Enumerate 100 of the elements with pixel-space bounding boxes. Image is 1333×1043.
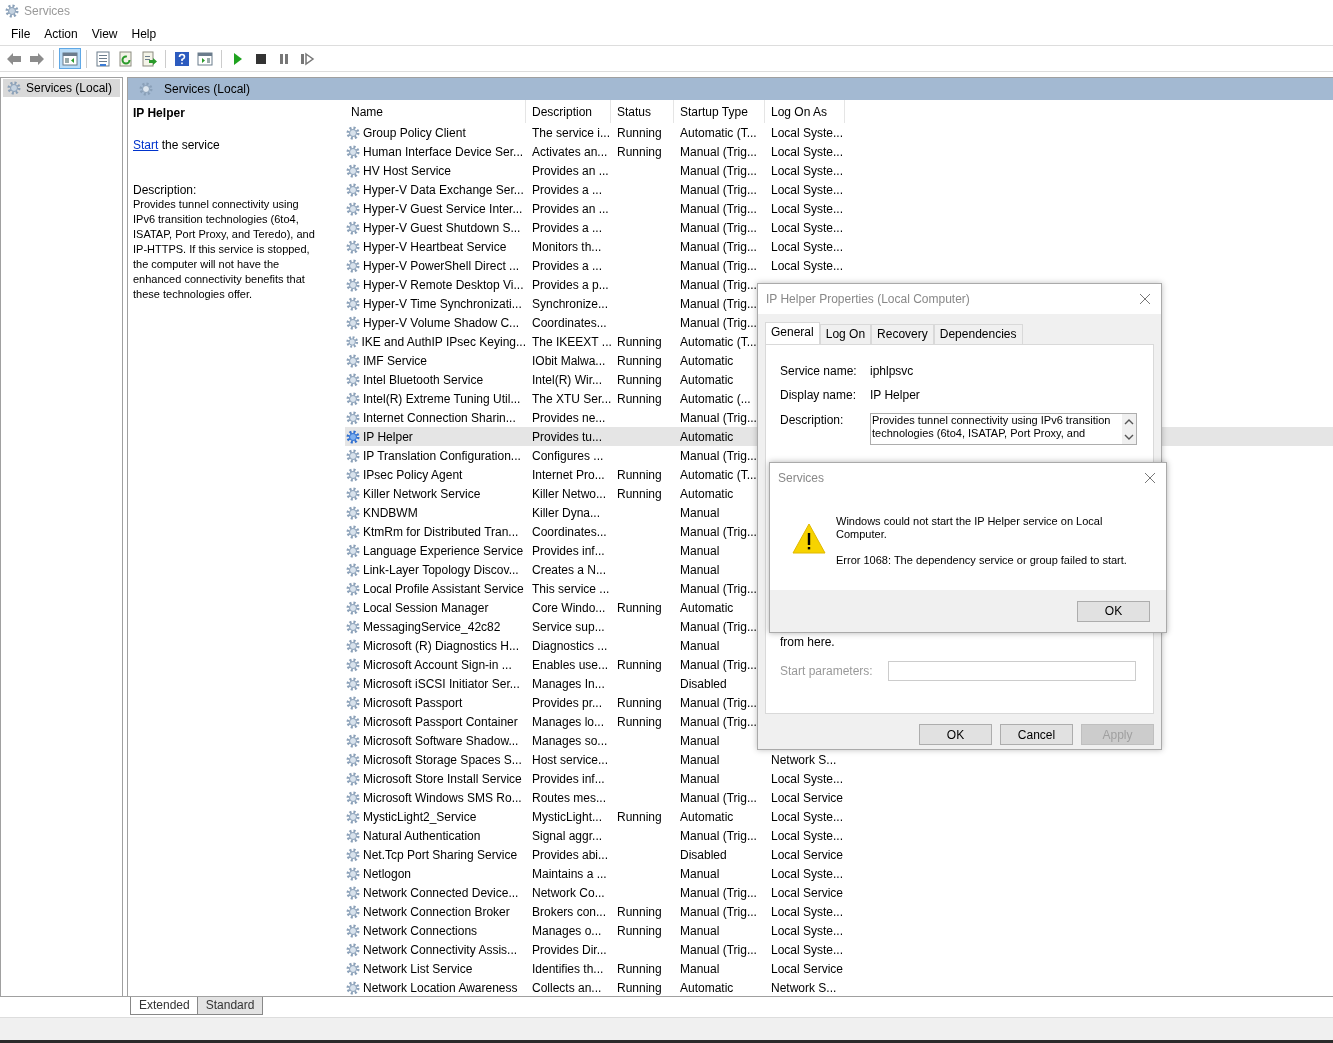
view-tab[interactable]: Standard bbox=[196, 997, 264, 1015]
table-cell: Network Connection Broker bbox=[345, 903, 526, 920]
table-cell-text: Manual (Trig... bbox=[679, 277, 758, 292]
table-cell: Running bbox=[617, 372, 662, 387]
dialog-button[interactable]: Cancel bbox=[1000, 724, 1073, 745]
table-cell: Local Syste... bbox=[771, 163, 844, 178]
table-cell-text: Manual (Trig... bbox=[679, 163, 758, 178]
table-cell: MysticLight2_Service bbox=[345, 808, 526, 825]
column-header[interactable]: Log On As bbox=[765, 100, 845, 123]
tree-item[interactable]: Services (Local) bbox=[3, 79, 120, 97]
table-cell-text: Core Windo... bbox=[531, 600, 607, 615]
table-cell: Running bbox=[617, 923, 662, 938]
scroll-up-icon[interactable] bbox=[1124, 417, 1134, 426]
gear-icon bbox=[345, 276, 361, 293]
table-cell: Running bbox=[617, 714, 662, 729]
table-cell-text: Routes mes... bbox=[531, 790, 608, 805]
resume-icon bbox=[299, 50, 315, 67]
table-cell-text: Manual (Trig... bbox=[679, 201, 758, 216]
table-cell: Network List Service bbox=[345, 960, 526, 977]
column-header[interactable]: Status bbox=[611, 100, 674, 123]
close-icon[interactable] bbox=[1144, 472, 1156, 484]
menu-item[interactable]: Help bbox=[124, 26, 164, 41]
gear-icon bbox=[345, 371, 361, 388]
table-cell: IKE and AuthIP IPsec Keying... bbox=[345, 333, 526, 350]
table-cell-text: Manual (Trig... bbox=[679, 695, 758, 710]
service-title: IP Helper bbox=[133, 106, 186, 120]
table-cell-text: Manages o... bbox=[531, 923, 603, 938]
table-cell-text: Manual (Trig... bbox=[679, 144, 758, 159]
export-list-icon bbox=[141, 50, 157, 67]
dialog-tab[interactable]: Recovery bbox=[871, 324, 934, 344]
table-cell: Microsoft Software Shadow... bbox=[345, 732, 526, 749]
table-cell: Hyper-V Guest Shutdown S... bbox=[345, 219, 526, 236]
column-header[interactable]: Name bbox=[345, 100, 526, 123]
gear-icon bbox=[138, 81, 154, 97]
table-cell: Local Syste... bbox=[771, 125, 844, 140]
gear-icon bbox=[345, 694, 361, 711]
gear-icon bbox=[345, 200, 361, 217]
table-cell: Microsoft Account Sign-in ... bbox=[345, 656, 526, 673]
table-cell-text: Automatic (T... bbox=[679, 125, 758, 140]
help-text: from here. bbox=[780, 635, 836, 649]
table-cell: Running bbox=[617, 467, 662, 482]
gear-icon bbox=[345, 238, 361, 255]
gear-icon bbox=[345, 542, 361, 559]
table-cell: Local Syste... bbox=[771, 144, 844, 159]
ok-button[interactable]: OK bbox=[1077, 600, 1150, 622]
dialog-tab[interactable]: General bbox=[765, 322, 820, 344]
table-cell: Running bbox=[617, 125, 662, 140]
gear-icon bbox=[345, 979, 361, 996]
gear-icon bbox=[345, 846, 361, 863]
menu-item[interactable]: File bbox=[4, 26, 38, 41]
menu-item[interactable]: View bbox=[84, 26, 125, 41]
dialog-tab[interactable]: Dependencies bbox=[933, 324, 1023, 344]
table-cell: IP Helper bbox=[345, 428, 526, 445]
table-cell-text: Manual (Trig... bbox=[679, 410, 758, 425]
description-field[interactable]: Provides tunnel connectivity using IPv6 transition technologies (6to4, ISATAP, Port Proxy, and bbox=[870, 413, 1137, 445]
table-cell-text: Provides inf... bbox=[531, 771, 606, 786]
table-cell: Network S... bbox=[771, 980, 837, 995]
gear-icon bbox=[345, 181, 361, 198]
console-tree-button[interactable] bbox=[59, 48, 81, 69]
gear-icon bbox=[345, 257, 361, 274]
table-cell-text: Manages lo... bbox=[531, 714, 606, 729]
table-cell-text: Monitors th... bbox=[531, 239, 603, 254]
table-cell-text: Manages so... bbox=[531, 733, 609, 748]
table-cell-text: Manual (Trig... bbox=[679, 182, 758, 197]
field-label: Service name: bbox=[780, 364, 858, 378]
gear-icon bbox=[345, 504, 361, 521]
table-cell-text: Automatic bbox=[679, 980, 735, 995]
dialog-button[interactable]: OK bbox=[919, 724, 992, 745]
window-icon bbox=[197, 50, 213, 67]
column-header[interactable]: Startup Type bbox=[674, 100, 765, 123]
description-text: Provides tunnel connectivity using IPv6 transition technologies (6to4, ISATAP, Port Proxy, and Teredo), and IP-HTTPS. If this service is stopped, the computer will not have the enhanced connectivity benefits that these technologies offer. bbox=[133, 197, 316, 302]
table-cell: IMF Service bbox=[345, 352, 526, 369]
table-cell: Hyper-V Heartbeat Service bbox=[345, 238, 526, 255]
close-icon[interactable] bbox=[1139, 293, 1151, 305]
scroll-down-icon[interactable] bbox=[1124, 432, 1134, 441]
table-cell-text: Killer Netwo... bbox=[531, 486, 608, 501]
start-link[interactable]: Start bbox=[133, 138, 159, 152]
table-cell: Local Syste... bbox=[771, 239, 844, 254]
table-cell: Running bbox=[617, 144, 662, 159]
table-cell-text: Manual bbox=[679, 562, 721, 577]
error-detail: Error 1068: The dependency service or group failed to start. bbox=[836, 554, 1128, 567]
dialog-tab[interactable]: Log On bbox=[819, 324, 872, 344]
table-cell: KtmRm for Distributed Tran... bbox=[345, 523, 526, 540]
table-cell-text: Provides inf... bbox=[531, 543, 606, 558]
table-cell: Local Profile Assistant Service bbox=[345, 580, 526, 597]
column-header[interactable]: Description bbox=[526, 100, 611, 123]
table-cell: Natural Authentication bbox=[345, 827, 526, 844]
view-tab[interactable]: Extended bbox=[130, 997, 199, 1015]
table-cell-text: The IKEEXT ... bbox=[531, 334, 611, 349]
gear-icon bbox=[345, 732, 361, 749]
table-cell-text: Manual (Trig... bbox=[679, 220, 758, 235]
gear-icon bbox=[345, 162, 361, 179]
gear-icon bbox=[345, 637, 361, 654]
table-cell-text: Manual (Trig... bbox=[679, 524, 758, 539]
table-cell: MessagingService_42c82 bbox=[345, 618, 526, 635]
table-cell-text: Internet Pro... bbox=[531, 467, 606, 482]
warning-icon bbox=[792, 523, 826, 554]
menu-item[interactable]: Action bbox=[37, 26, 85, 41]
table-cell-text: Manages In... bbox=[531, 676, 606, 691]
table-cell-text: Brokers con... bbox=[531, 904, 608, 919]
